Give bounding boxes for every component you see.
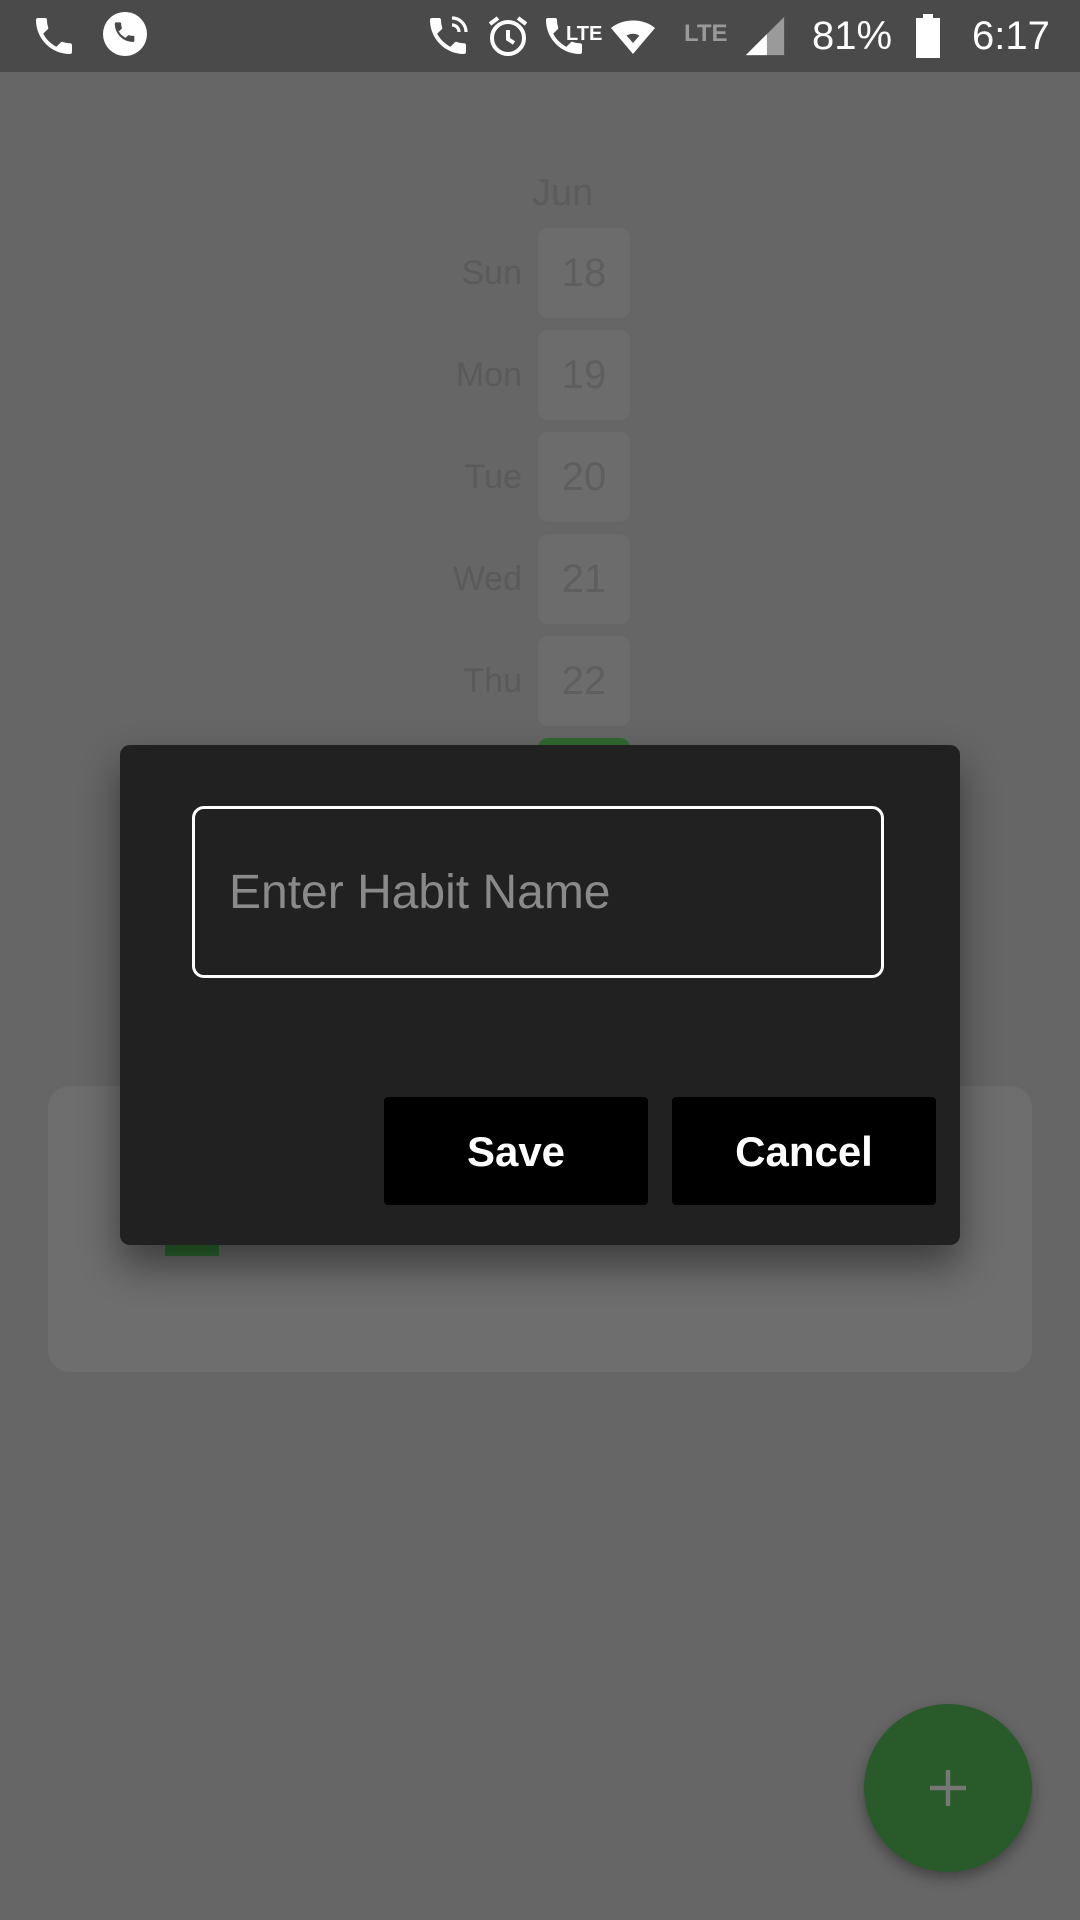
day-item[interactable]: Tue 20 — [440, 432, 630, 524]
day-number: 20 — [538, 432, 630, 522]
phone-icon — [36, 18, 72, 54]
day-number: 18 — [538, 228, 630, 318]
wifi-call-icon — [430, 16, 468, 54]
habit-name-input[interactable] — [192, 806, 884, 978]
alarm-icon — [488, 16, 528, 56]
day-number: 21 — [538, 534, 630, 624]
day-number: 19 — [538, 330, 630, 420]
day-item[interactable]: Mon 19 — [440, 330, 630, 422]
network-type-label: LTE — [684, 20, 728, 47]
day-name: Wed — [452, 560, 522, 598]
day-item[interactable]: Sun 18 — [440, 228, 630, 320]
lte-call-label: LTE — [566, 23, 603, 45]
day-name: Thu — [463, 662, 522, 700]
signal-icon — [745, 16, 785, 56]
battery-icon — [916, 14, 940, 58]
day-item[interactable]: Thu 22 — [440, 636, 630, 728]
whatsapp-icon — [103, 12, 147, 56]
add-habit-button[interactable] — [864, 1704, 1032, 1872]
save-button[interactable]: Save — [384, 1097, 648, 1205]
status-bar: LTE LTE 81% 6:17 — [0, 0, 1080, 72]
day-name: Sun — [461, 254, 523, 292]
clock: 6:17 — [972, 14, 1050, 58]
add-habit-dialog: Save Cancel — [120, 745, 960, 1245]
day-name: Mon — [455, 356, 522, 394]
plus-icon — [930, 1770, 966, 1806]
day-number: 22 — [538, 636, 630, 726]
cancel-button[interactable]: Cancel — [672, 1097, 936, 1205]
battery-percent: 81% — [812, 14, 893, 58]
month-label: Jun — [532, 172, 594, 214]
day-name: Tue — [464, 458, 522, 496]
wifi-icon — [611, 20, 655, 54]
day-item[interactable]: Wed 21 — [440, 534, 630, 626]
